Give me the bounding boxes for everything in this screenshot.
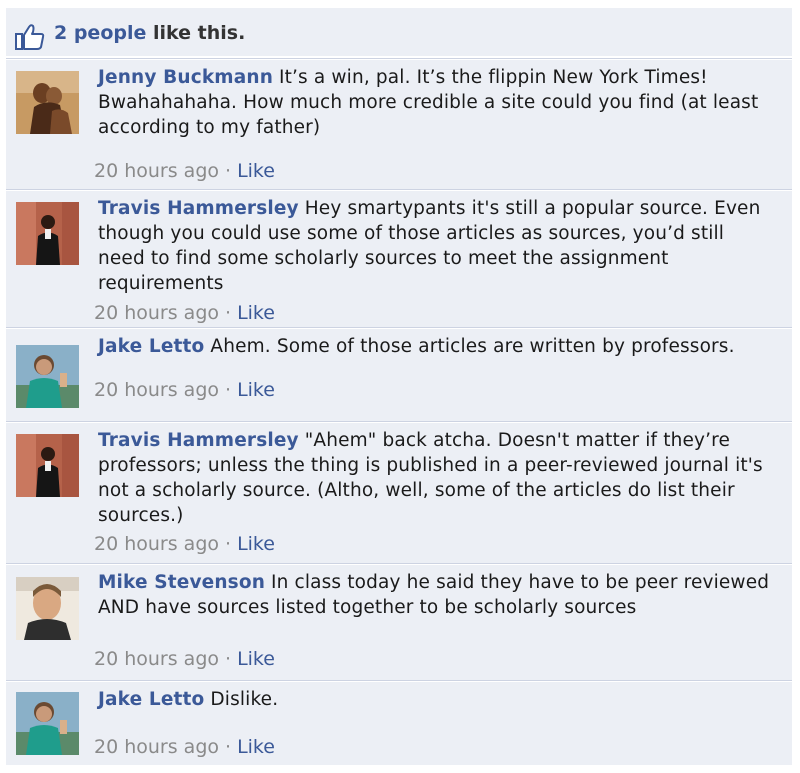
- avatar[interactable]: [16, 577, 79, 640]
- comment-body: Jenny Buckmann It’s a win, pal. It’s the …: [98, 65, 776, 140]
- likes-text: 2 people like this.: [54, 22, 245, 44]
- avatar[interactable]: [16, 71, 79, 134]
- avatar[interactable]: [16, 692, 79, 755]
- comment-author-link[interactable]: Jenny Buckmann: [98, 67, 273, 88]
- likes-summary: 2 people like this.: [6, 8, 792, 58]
- meta-separator: ·: [225, 379, 232, 401]
- comment: Travis Hammersley Hey smartypants it's st…: [6, 189, 792, 328]
- comment-timestamp[interactable]: 20 hours ago: [94, 379, 219, 401]
- comment-meta: 20 hours ago · Like: [94, 736, 275, 758]
- comment-body: Jake Letto Dislike.: [98, 687, 776, 712]
- comment-meta: 20 hours ago · Like: [94, 648, 275, 670]
- comment-timestamp[interactable]: 20 hours ago: [94, 302, 219, 324]
- comment-timestamp[interactable]: 20 hours ago: [94, 533, 219, 555]
- meta-separator: ·: [225, 648, 232, 670]
- comment-author-link[interactable]: Travis Hammersley: [98, 430, 299, 451]
- comment-like-link[interactable]: Like: [237, 160, 275, 182]
- comment-meta: 20 hours ago · Like: [94, 379, 275, 401]
- meta-separator: ·: [225, 302, 232, 324]
- comment: Jake Letto Ahem. Some of those articles a…: [6, 327, 792, 422]
- likes-count-link[interactable]: 2 people: [54, 22, 146, 44]
- comment-timestamp[interactable]: 20 hours ago: [94, 160, 219, 182]
- likes-suffix: like this.: [146, 22, 246, 44]
- comment-meta: 20 hours ago · Like: [94, 533, 275, 555]
- comment-like-link[interactable]: Like: [237, 533, 275, 555]
- thumbs-up-icon[interactable]: [15, 23, 45, 51]
- comment-author-link[interactable]: Travis Hammersley: [98, 198, 299, 219]
- comment-like-link[interactable]: Like: [237, 736, 275, 758]
- comment-like-link[interactable]: Like: [237, 302, 275, 324]
- comments-panel: 2 people like this. Jenny Buckmann It’s a…: [6, 8, 792, 765]
- comment: Mike Stevenson In class today he said the…: [6, 563, 792, 681]
- meta-separator: ·: [225, 736, 232, 758]
- avatar[interactable]: [16, 434, 79, 497]
- comment-like-link[interactable]: Like: [237, 379, 275, 401]
- meta-separator: ·: [225, 160, 232, 182]
- comment-body: Travis Hammersley "Ahem" back atcha. Does…: [98, 428, 776, 528]
- comment-timestamp[interactable]: 20 hours ago: [94, 648, 219, 670]
- comment-text: Ahem. Some of those articles are written…: [210, 336, 735, 357]
- comment-like-link[interactable]: Like: [237, 648, 275, 670]
- comment: Travis Hammersley "Ahem" back atcha. Does…: [6, 421, 792, 564]
- comment-timestamp[interactable]: 20 hours ago: [94, 736, 219, 758]
- comment-text: Dislike.: [210, 689, 279, 710]
- meta-separator: ·: [225, 533, 232, 555]
- comment-meta: 20 hours ago · Like: [94, 160, 275, 182]
- comment: Jenny Buckmann It’s a win, pal. It’s the …: [6, 58, 792, 190]
- comment-author-link[interactable]: Jake Letto: [98, 689, 204, 710]
- comment-body: Mike Stevenson In class today he said the…: [98, 570, 776, 620]
- comment-body: Jake Letto Ahem. Some of those articles a…: [98, 334, 776, 359]
- comment-body: Travis Hammersley Hey smartypants it's st…: [98, 196, 776, 296]
- comment-meta: 20 hours ago · Like: [94, 302, 275, 324]
- avatar[interactable]: [16, 202, 79, 265]
- comment: Jake Letto Dislike. 20 hours ago · Like: [6, 680, 792, 766]
- avatar[interactable]: [16, 345, 79, 408]
- comment-author-link[interactable]: Jake Letto: [98, 336, 204, 357]
- comment-author-link[interactable]: Mike Stevenson: [98, 572, 265, 593]
